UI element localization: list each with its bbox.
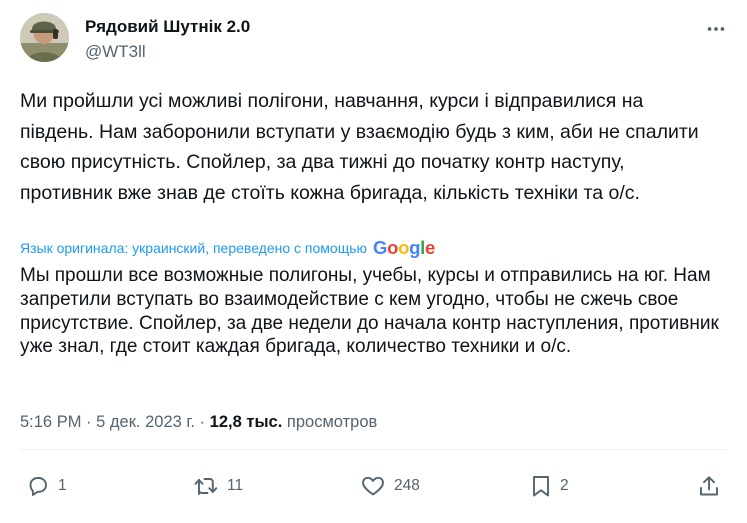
avatar[interactable] [20,13,69,62]
translation-note-text: Язык оригинала: украинский, переведено с… [20,240,368,256]
like-button[interactable]: 248 [360,473,420,499]
more-dots-icon [707,27,725,31]
avatar-photo [20,13,69,62]
tweet-date[interactable]: 5 дек. 2023 г. [96,413,195,431]
tweet-time[interactable]: 5:16 PM [20,413,81,431]
divider [20,449,727,450]
tweet-text: Ми пройшли усі можливі полігони, навчанн… [20,90,699,204]
reply-bubble-icon [29,477,47,496]
meta-separator: · [86,413,92,431]
tweet: Рядовий Шутнік 2.0 @WT3ll Ми пройшли усі… [0,0,747,523]
translation-note[interactable]: Язык оригинала: украинский, переведено с… [20,237,435,259]
bookmark-button[interactable]: 2 [530,473,569,499]
user-handle[interactable]: @WT3ll [85,41,146,63]
share-upload-icon [700,476,718,496]
more-options-button[interactable] [703,16,729,42]
translated-text: Мы прошли все возможные полигоны, учебы,… [20,265,719,358]
views-count: 12,8 тыс. [209,413,283,431]
repost-arrows-icon [194,478,218,495]
share-button[interactable] [697,473,721,499]
repost-button[interactable]: 11 [193,473,243,499]
reply-count: 1 [58,477,67,494]
google-logo: Google [373,237,435,258]
tweet-meta: 5:16 PM · 5 дек. 2023 г. · 12,8 тыс. про… [20,411,377,433]
reply-button[interactable]: 1 [26,473,67,499]
heart-icon [362,476,384,496]
display-name[interactable]: Рядовий Шутнік 2.0 [85,16,250,38]
bookmark-count: 2 [560,477,569,494]
repost-count: 11 [227,477,244,494]
like-count: 248 [394,477,420,494]
bookmark-icon [533,476,549,497]
views-label: просмотров [286,413,378,431]
meta-separator: · [199,413,206,431]
